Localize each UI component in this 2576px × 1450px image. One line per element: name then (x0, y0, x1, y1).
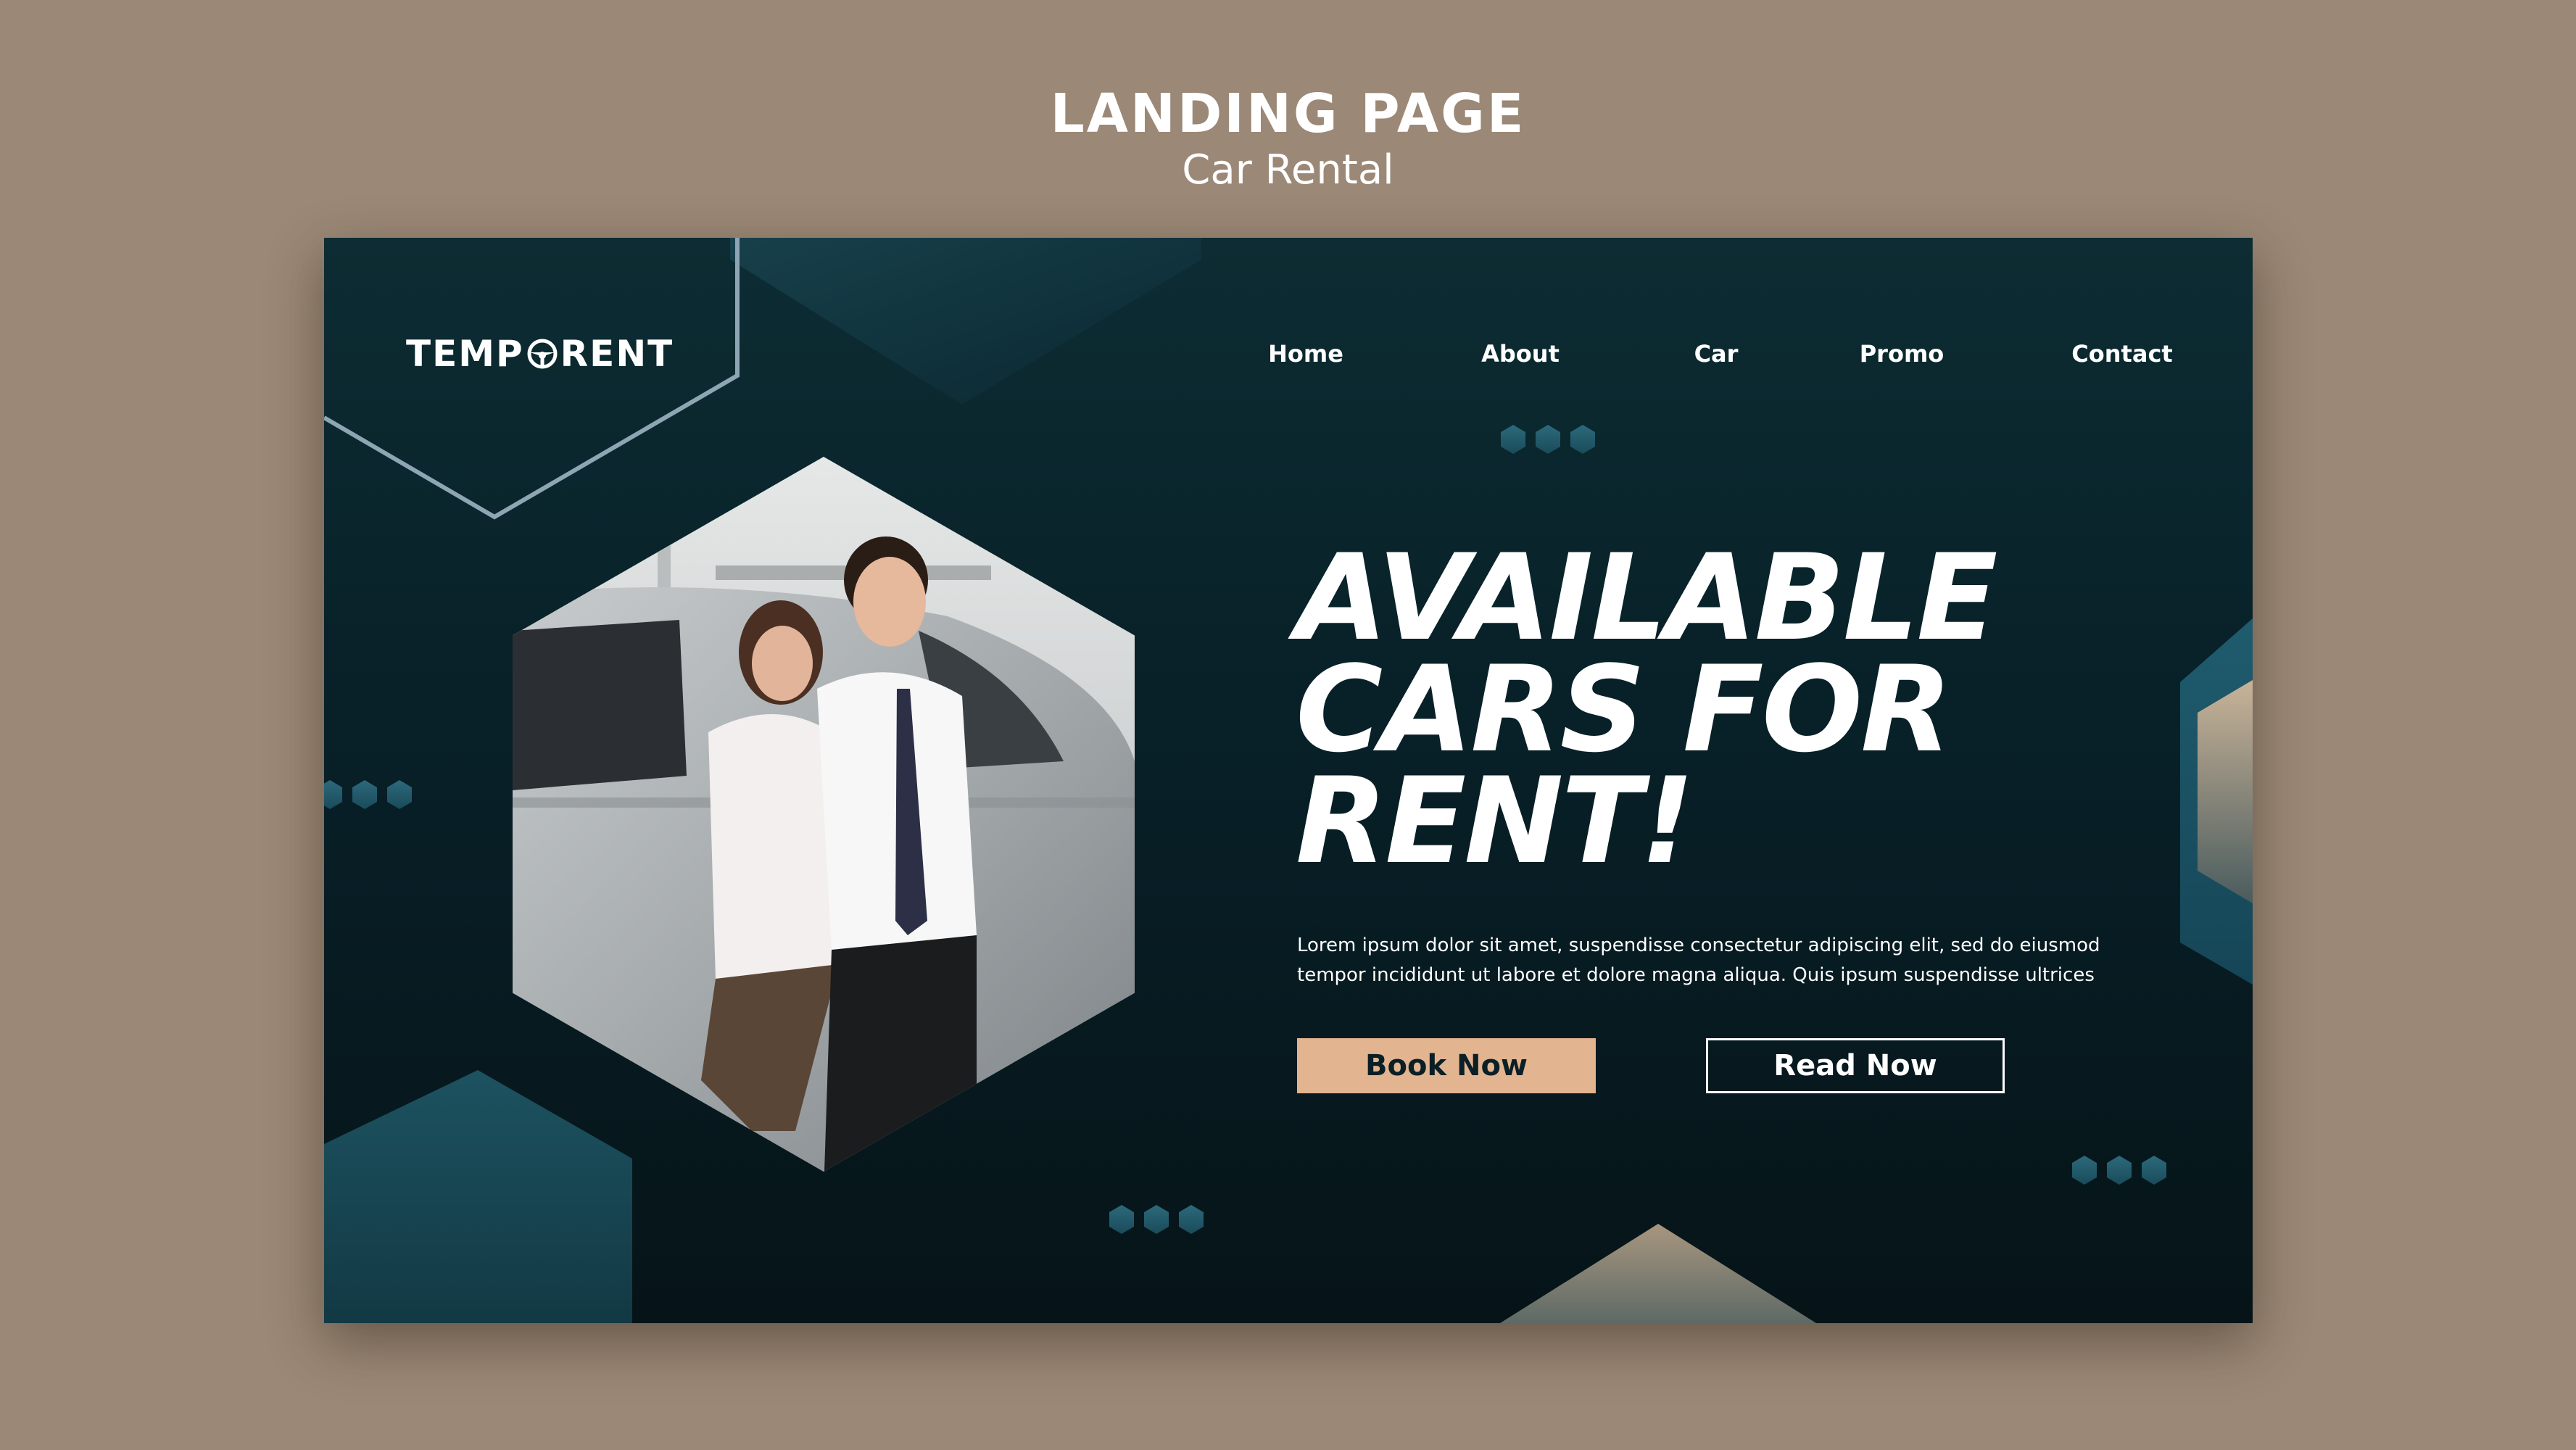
nav-promo[interactable]: Promo (1860, 310, 1945, 397)
read-now-button[interactable]: Read Now (1706, 1038, 2005, 1093)
nav-car[interactable]: Car (1694, 310, 1739, 397)
brand-name-start: TEMP (406, 333, 524, 375)
brand-logo[interactable]: TEMP RENT (406, 310, 674, 397)
nav-home[interactable]: Home (1268, 310, 1343, 397)
hero-headline: AVAILABLE CARS FOR RENT! (1296, 529, 2151, 890)
nav-about[interactable]: About (1481, 310, 1560, 397)
page-subheading: Car Rental (1182, 146, 1394, 194)
brand-name-end: RENT (560, 333, 674, 375)
steering-wheel-icon (526, 338, 558, 370)
book-now-button[interactable]: Book Now (1297, 1038, 1596, 1093)
landing-page-canvas: TEMP RENT Home About Car Promo Contact A… (324, 238, 2253, 1323)
headline-line-2: CARS FOR (1296, 640, 1952, 779)
headline-line-3: RENT! (1296, 752, 1694, 890)
page-heading: LANDING PAGE (1050, 83, 1526, 145)
nav-contact[interactable]: Contact (2071, 310, 2172, 397)
hero-description: Lorem ipsum dolor sit amet, suspendisse … (1297, 935, 2100, 986)
headline-line-1: AVAILABLE (1296, 529, 1998, 667)
